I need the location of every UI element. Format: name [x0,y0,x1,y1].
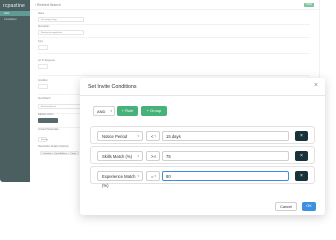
cancel-button[interactable]: Cancel [275,202,297,211]
condition-operator-select[interactable]: = ▾ [146,170,160,181]
chevron-down-icon: ▾ [154,133,156,138]
invite-conditions-modal: Set Invite Conditions × AND ▾ + Rule + G… [80,78,325,215]
delete-condition-button[interactable]: × [295,170,308,181]
condition-row: Notice Period ▾ < ▾ 15 days × [90,126,315,144]
delete-condition-button[interactable]: × [295,130,308,141]
condition-value-input[interactable]: 15 days [162,130,289,141]
chevron-down-icon: ▾ [137,173,139,178]
condition-field-value: Experience Match (%) [102,173,136,188]
condition-field-select[interactable]: Experience Match (%) ▾ [97,170,143,188]
modal-title: Set Invite Conditions [88,84,137,90]
chevron-down-icon: ▾ [110,109,112,113]
condition-field-value: Skills Match (%) [102,153,133,159]
close-icon: × [300,172,303,179]
condition-value-input[interactable]: 80 [162,170,289,181]
chevron-down-icon: ▾ [154,173,156,178]
add-group-button[interactable]: + Group [141,106,167,116]
delete-condition-button[interactable]: × [295,150,308,161]
logic-operator-value: AND [97,109,106,114]
condition-operator-select[interactable]: < ▾ [146,130,160,141]
condition-operator-value: < [151,133,154,139]
logic-operator-select[interactable]: AND ▾ [93,106,115,116]
chevron-down-icon: ▾ [137,133,139,138]
chevron-down-icon: ▾ [137,153,139,158]
close-icon: × [300,152,303,159]
chevron-down-icon: ▾ [154,153,156,158]
ok-button[interactable]: OK [302,202,316,211]
close-icon[interactable]: × [314,82,318,89]
condition-value-input[interactable]: 75 [162,150,289,161]
close-icon: × [300,132,303,139]
condition-operator-select[interactable]: >= ▾ [146,150,160,161]
condition-row: Skills Match (%) ▾ >= ▾ 75 × [90,146,315,164]
condition-operator-value: = [151,173,154,179]
condition-field-value: Notice Period [102,133,128,139]
divider [80,95,325,96]
condition-row: Experience Match (%) ▾ = ▾ 80 × [90,166,315,188]
add-rule-button[interactable]: + Rule [117,106,138,116]
condition-field-select[interactable]: Notice Period ▾ [97,130,143,141]
condition-field-select[interactable]: Skills Match (%) ▾ [97,150,143,161]
